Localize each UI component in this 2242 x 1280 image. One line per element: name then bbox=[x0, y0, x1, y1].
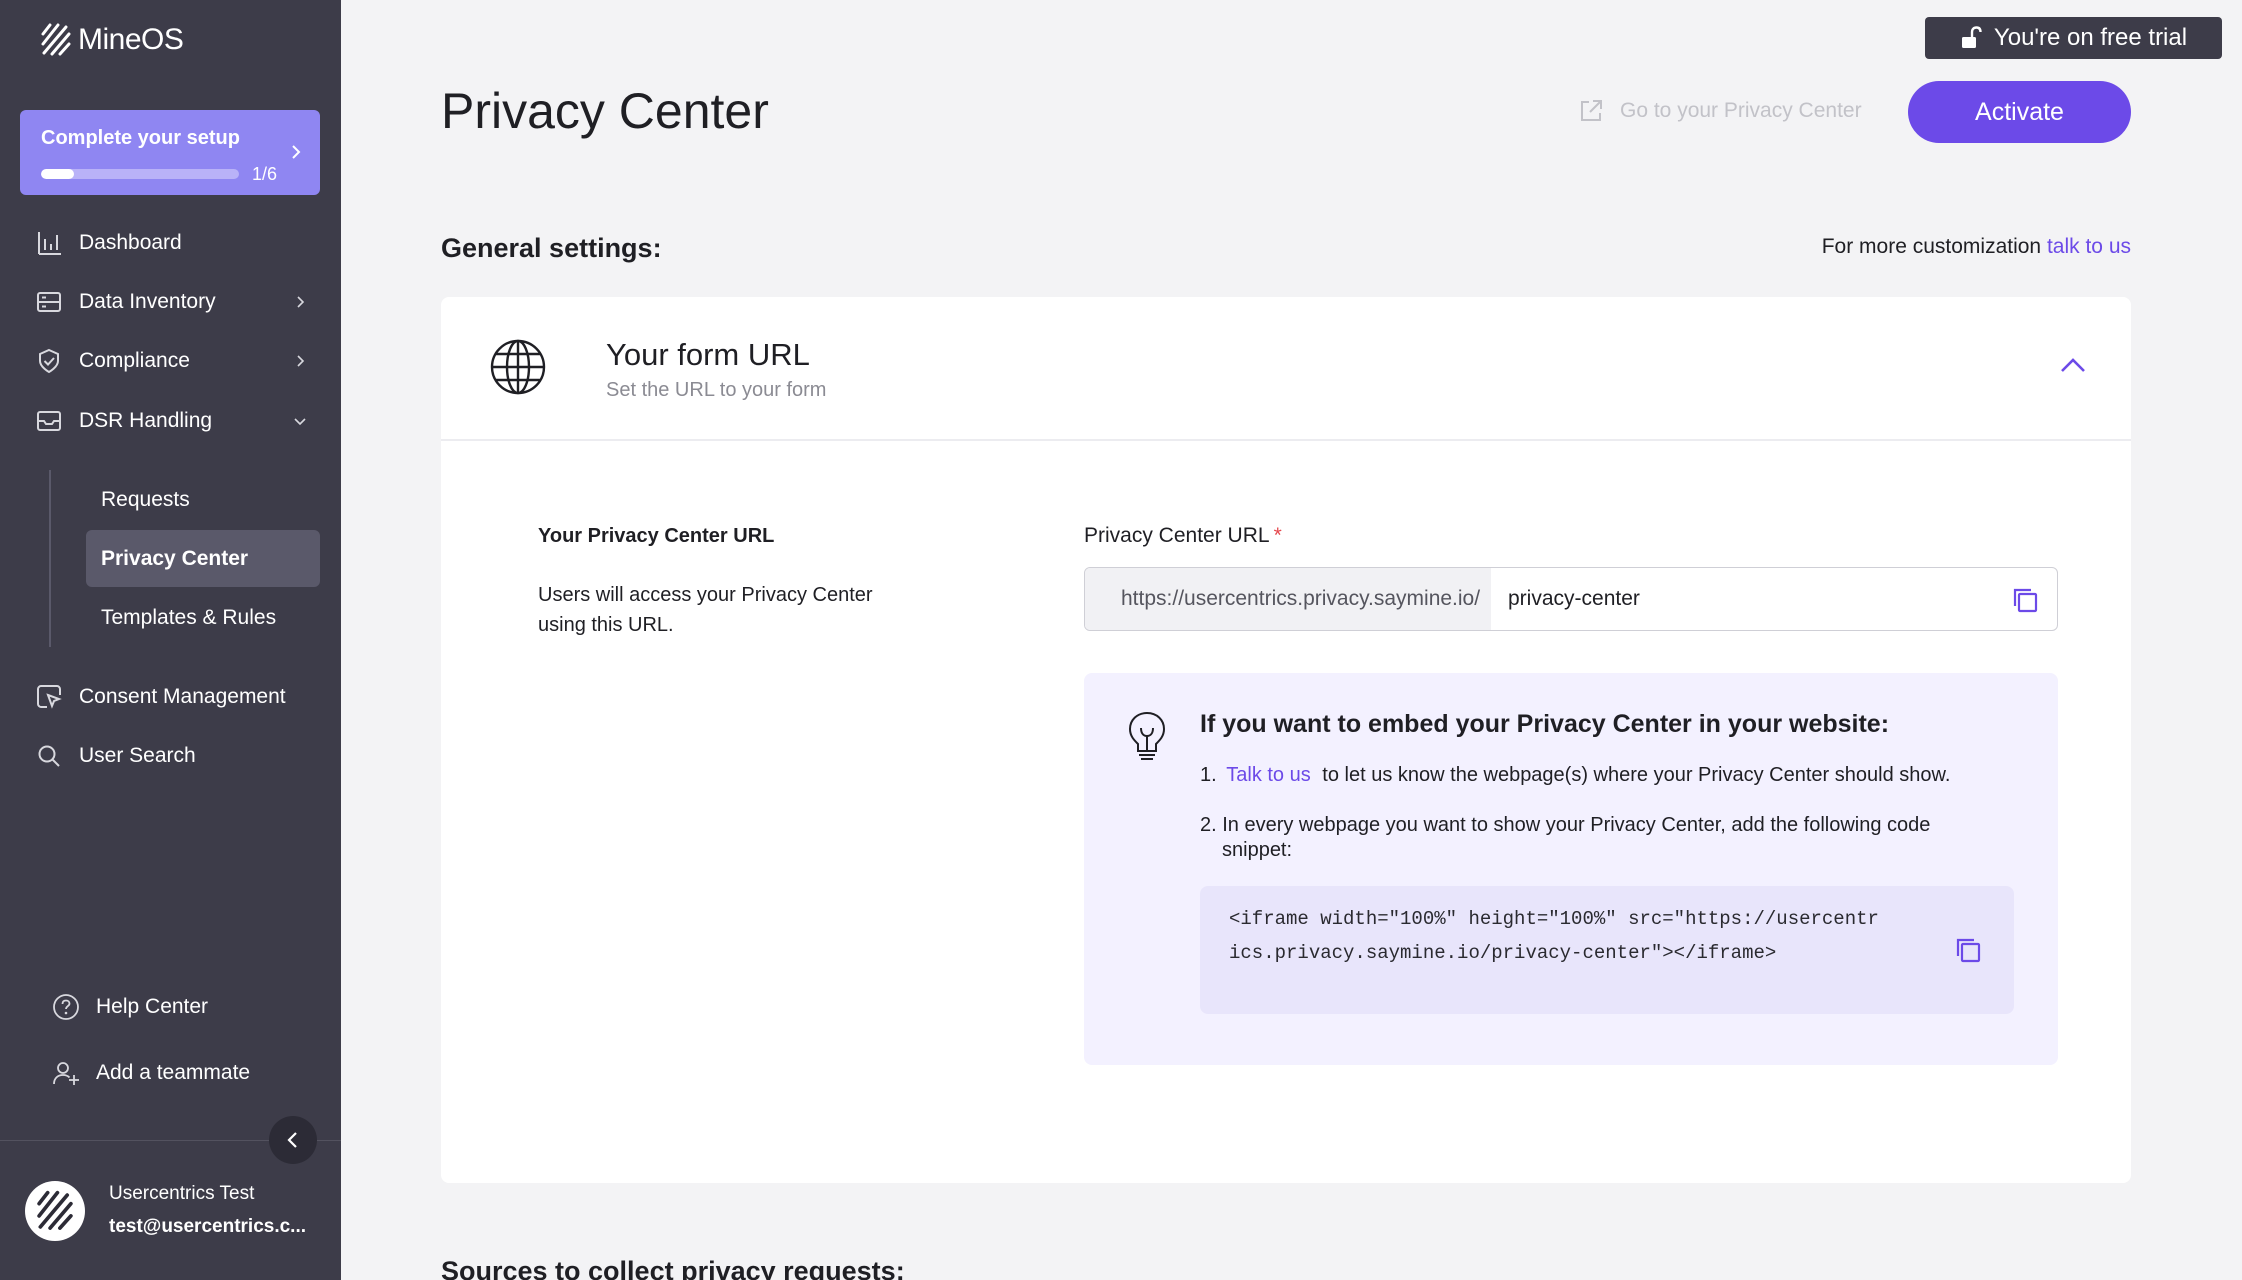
embed-title: If you want to embed your Privacy Center… bbox=[1200, 710, 1890, 738]
nav-help-center-label: Help Center bbox=[96, 995, 209, 1018]
chevron-up-icon[interactable] bbox=[2059, 355, 2087, 377]
privacy-center-url-label: Privacy Center URL * bbox=[1084, 524, 1282, 548]
sidebar-item-templates-rules[interactable]: Templates & Rules bbox=[86, 589, 320, 646]
page-title: Privacy Center bbox=[441, 83, 769, 139]
sidebar-item-privacy-center[interactable]: Privacy Center bbox=[86, 530, 320, 587]
setup-count: 1/6 bbox=[252, 164, 278, 184]
nav-compliance-label: Compliance bbox=[79, 349, 190, 372]
sidebar-item-requests[interactable]: Requests bbox=[86, 471, 320, 528]
required-asterisk: * bbox=[1273, 524, 1282, 547]
search-icon bbox=[34, 741, 64, 771]
setup-title: Complete your setup bbox=[41, 127, 240, 149]
embed-instructions-box: If you want to embed your Privacy Center… bbox=[1084, 673, 2058, 1065]
avatar[interactable] bbox=[25, 1181, 85, 1241]
privacy-center-url-heading: Your Privacy Center URL bbox=[538, 525, 775, 547]
nav-user-search[interactable]: User Search bbox=[20, 731, 320, 781]
customization-text: For more customization bbox=[1821, 235, 2042, 258]
go-to-privacy-center-label: Go to your Privacy Center bbox=[1620, 99, 1862, 122]
mineos-logo-icon bbox=[37, 1190, 73, 1230]
general-settings-title: General settings: bbox=[441, 233, 662, 263]
chevron-left-icon bbox=[287, 1132, 297, 1148]
chevron-right-icon bbox=[297, 355, 305, 367]
customization-note: For more customization talk to us bbox=[1822, 235, 2131, 259]
talk-to-us-link[interactable]: talk to us bbox=[2047, 235, 2131, 258]
globe-icon bbox=[490, 339, 546, 395]
sidebar: MineOS Complete your setup 1/6 Dashboard… bbox=[0, 0, 341, 1280]
nav-dsr-handling[interactable]: DSR Handling bbox=[20, 396, 320, 446]
lock-open-icon bbox=[1961, 26, 1982, 48]
card-subtitle: Set the URL to your form bbox=[606, 379, 827, 401]
chevron-down-icon bbox=[294, 418, 306, 426]
user-plus-icon bbox=[51, 1058, 81, 1088]
code-snippet-box: <iframe width="100%" height="100%" src="… bbox=[1200, 886, 2014, 1014]
bar-chart-icon bbox=[34, 228, 64, 258]
nav-compliance[interactable]: Compliance bbox=[20, 336, 320, 386]
inbox-icon bbox=[34, 406, 64, 436]
nav-data-inventory[interactable]: Data Inventory bbox=[20, 277, 320, 327]
complete-setup-card[interactable]: Complete your setup 1/6 bbox=[20, 110, 320, 195]
mineos-logo-icon bbox=[41, 23, 71, 56]
brand-name: MineOS bbox=[78, 23, 184, 56]
sources-section-title: Sources to collect privacy requests: bbox=[441, 1256, 905, 1280]
mineos-logo[interactable]: MineOS bbox=[40, 22, 184, 58]
external-link-icon bbox=[1581, 100, 1602, 121]
user-email: test@usercentrics.c... bbox=[109, 1216, 307, 1237]
free-trial-text: You're on free trial bbox=[1993, 24, 2188, 51]
talk-to-us-step-link[interactable]: Talk to us bbox=[1226, 764, 1310, 786]
chevron-right-icon bbox=[292, 145, 301, 159]
user-name: Usercentrics Test bbox=[109, 1183, 255, 1204]
nav-dsr-handling-label: DSR Handling bbox=[79, 409, 213, 432]
card-title: Your form URL bbox=[606, 337, 810, 372]
nav-consent-management[interactable]: Consent Management bbox=[20, 672, 320, 722]
nav-add-teammate[interactable]: Add a teammate bbox=[37, 1048, 337, 1098]
setup-progress-bar bbox=[41, 169, 239, 179]
nav-dashboard[interactable]: Dashboard bbox=[20, 218, 320, 268]
copy-icon[interactable] bbox=[1954, 936, 1982, 964]
free-trial-badge[interactable]: You're on free trial bbox=[1925, 17, 2222, 59]
setup-progress-fill bbox=[41, 169, 74, 179]
step-1-text: to let us know the webpage(s) where your… bbox=[1322, 764, 1951, 786]
database-icon bbox=[34, 287, 64, 317]
step-1-number: 1. bbox=[1200, 764, 1217, 786]
url-label-text: Privacy Center URL bbox=[1084, 524, 1270, 547]
chevron-right-icon bbox=[297, 296, 305, 308]
question-circle-icon bbox=[51, 992, 81, 1022]
iframe-code-snippet[interactable]: <iframe width="100%" height="100%" src="… bbox=[1229, 902, 1889, 970]
embed-step-2: 2. In every webpage you want to show you… bbox=[1200, 814, 1931, 861]
nav-add-teammate-label: Add a teammate bbox=[96, 1061, 251, 1084]
embed-step-1: 1. Talk to us to let us know the webpage… bbox=[1200, 764, 1950, 787]
cursor-frame-icon bbox=[34, 682, 64, 712]
go-to-privacy-center-link[interactable]: Go to your Privacy Center bbox=[1578, 98, 1862, 124]
nav-data-inventory-label: Data Inventory bbox=[79, 290, 216, 313]
submenu-guide-line bbox=[49, 470, 51, 647]
nav-help-center[interactable]: Help Center bbox=[37, 982, 337, 1032]
nav-dashboard-label: Dashboard bbox=[79, 231, 182, 254]
lightbulb-icon bbox=[1128, 711, 1166, 760]
privacy-center-url-description: Users will access your Privacy Center us… bbox=[538, 584, 873, 636]
url-prefix: https://usercentrics.privacy.saymine.io/ bbox=[1085, 568, 1491, 630]
nav-user-search-label: User Search bbox=[79, 744, 196, 767]
shield-check-icon bbox=[34, 346, 64, 376]
form-url-card: Your form URL Set the URL to your form Y… bbox=[441, 297, 2131, 1183]
copy-icon[interactable] bbox=[2011, 586, 2039, 614]
form-url-card-header[interactable]: Your form URL Set the URL to your form bbox=[441, 297, 2131, 441]
privacy-center-url-input[interactable] bbox=[1491, 568, 1991, 630]
collapse-sidebar-button[interactable] bbox=[269, 1116, 317, 1164]
nav-consent-management-label: Consent Management bbox=[79, 685, 286, 708]
privacy-center-url-field: https://usercentrics.privacy.saymine.io/ bbox=[1084, 567, 2058, 631]
activate-button[interactable]: Activate bbox=[1908, 81, 2131, 143]
